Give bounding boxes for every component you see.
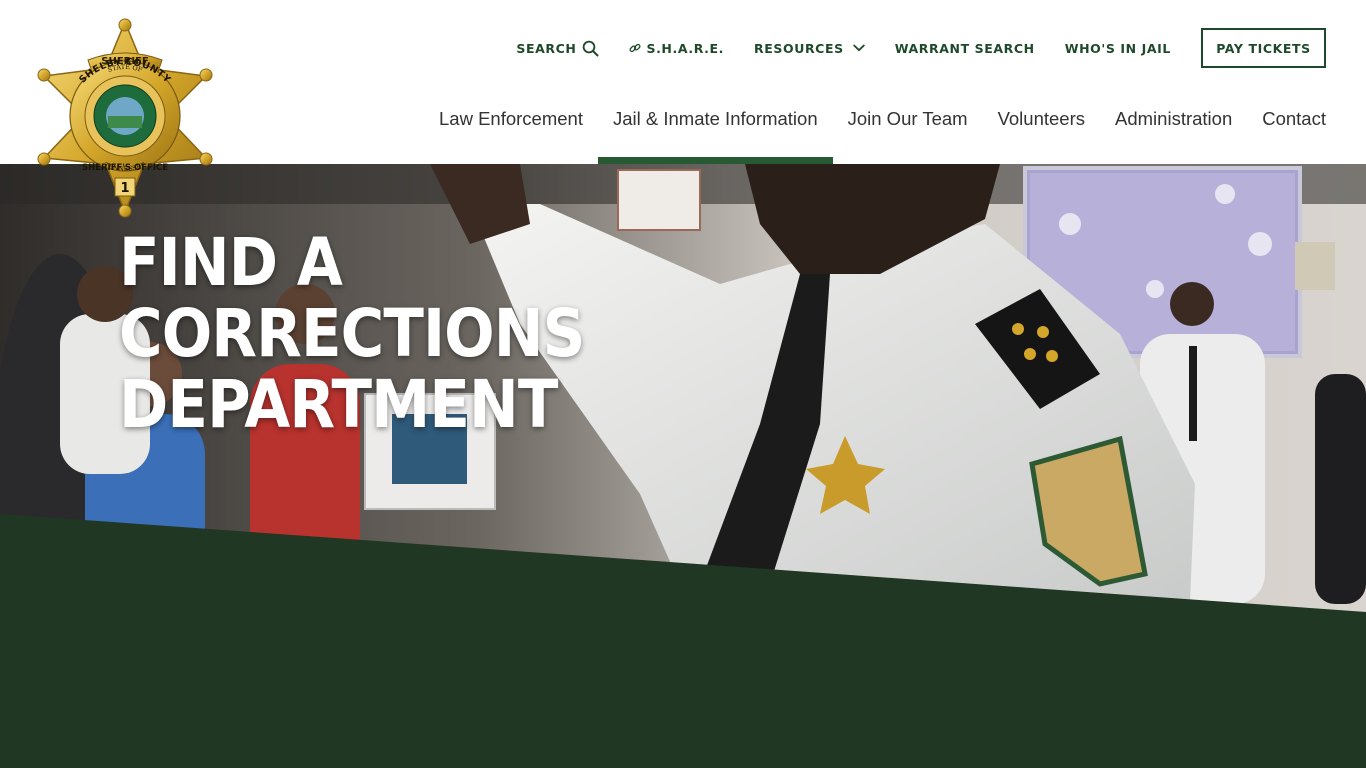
nav-jail-inmate-information[interactable]: Jail & Inmate Information — [597, 100, 833, 164]
star-badge-icon: SHERIFF SHELBY COUNTY STATE OF TENNESSEE… — [37, 18, 213, 218]
main-nav: Law Enforcement Jail & Inmate Informatio… — [424, 100, 1326, 164]
nav-volunteers[interactable]: Volunteers — [983, 100, 1100, 164]
pay-tickets-button[interactable]: PAY TICKETS — [1201, 28, 1326, 68]
badge-number: 1 — [120, 181, 129, 196]
nav-join-our-team[interactable]: Join Our Team — [833, 100, 983, 164]
utility-nav: SEARCH S.H.A.R.E. RESOURCES WARRANT SEAR… — [516, 28, 1326, 68]
search-link[interactable]: SEARCH — [516, 40, 599, 57]
green-diagonal-band — [0, 514, 1366, 768]
nav-administration[interactable]: Administration — [1100, 100, 1247, 164]
resources-dropdown[interactable]: RESOURCES — [754, 41, 865, 56]
nav-law-enforcement[interactable]: Law Enforcement — [424, 100, 598, 164]
search-icon — [583, 40, 599, 56]
nav-contact[interactable]: Contact — [1247, 100, 1326, 164]
sheriff-badge-logo[interactable]: SHERIFF SHELBY COUNTY STATE OF TENNESSEE… — [36, 18, 214, 222]
whos-in-jail-link[interactable]: WHO'S IN JAIL — [1065, 41, 1171, 56]
share-link[interactable]: S.H.A.R.E. — [629, 41, 724, 56]
link-icon — [629, 43, 641, 53]
warrant-search-link[interactable]: WARRANT SEARCH — [895, 41, 1035, 56]
search-label: SEARCH — [516, 40, 577, 56]
chevron-down-icon — [852, 44, 865, 52]
badge-bottom-text: SHERIFF'S OFFICE — [82, 163, 168, 173]
resources-label: RESOURCES — [754, 40, 844, 56]
hero-section: FIND A CORRECTIONS DEPARTMENT — [0, 164, 1366, 768]
share-label: S.H.A.R.E. — [646, 40, 724, 56]
